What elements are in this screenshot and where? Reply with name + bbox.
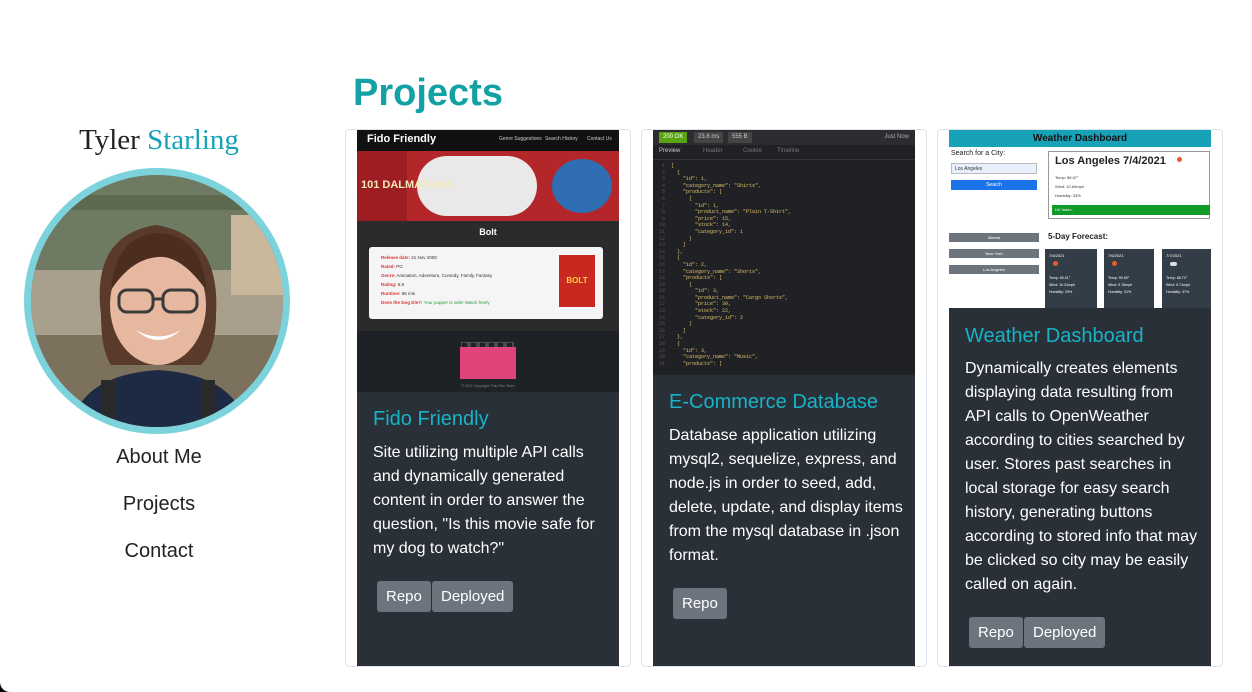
project-description: Database application utilizing mysql2, s… bbox=[669, 427, 903, 564]
deployed-button[interactable]: Deployed bbox=[1024, 617, 1106, 648]
code-line: 2 { bbox=[659, 169, 681, 176]
repo-button[interactable]: Repo bbox=[969, 617, 1023, 648]
preview-nav-item: Contact Us bbox=[587, 136, 612, 142]
preview-tab: Header bbox=[703, 148, 723, 154]
preview-forecast-card: 7/5/2021 Temp: 89.01° Wind: 10.31mph Hum… bbox=[1045, 249, 1097, 308]
preview-search-button: Search bbox=[951, 180, 1037, 190]
project-description: Dynamically creates elements displaying … bbox=[965, 360, 1198, 593]
preview-movie-details: Release date: 21 Nov 2008 Rated: PG Genr… bbox=[381, 255, 493, 305]
code-line: 12 } bbox=[659, 235, 693, 242]
card-body: 200 OK 23.6 ms 555 B Just Now Preview He… bbox=[653, 130, 915, 666]
first-name: Tyler bbox=[79, 124, 140, 156]
code-line: 22 "price": 30, bbox=[659, 301, 732, 308]
preview-time: 23.6 ms bbox=[694, 132, 724, 143]
preview-current-weather: Los Angeles 7/4/2021 Temp: 86.67° Wind: … bbox=[1048, 151, 1210, 219]
page-title: Projects bbox=[353, 72, 503, 114]
nav-link-about-me[interactable]: About Me bbox=[0, 446, 318, 469]
preview-size: 555 B bbox=[728, 132, 752, 143]
project-screenshot: 200 OK 23.6 ms 555 B Just Now Preview He… bbox=[653, 130, 915, 375]
preview-tabs: Preview Header Cookie Timeline bbox=[653, 145, 915, 160]
code-line: 13 ] bbox=[659, 242, 687, 249]
preview-navbar: Fido Friendly Genre Suggestions Search H… bbox=[357, 130, 619, 151]
code-line: 31 "products": [ bbox=[659, 360, 723, 367]
preview-tab: Cookie bbox=[743, 148, 762, 154]
last-name: Starling bbox=[147, 124, 239, 156]
project-title: Fido Friendly bbox=[373, 408, 489, 430]
code-line: 14 }, bbox=[659, 248, 684, 255]
code-line: 24 "category_id": 2 bbox=[659, 314, 744, 321]
project-card-weather-dashboard: Weather Dashboard Search for a City: Los… bbox=[937, 129, 1223, 667]
preview-social-icons bbox=[460, 336, 515, 350]
preview-dog-image bbox=[460, 347, 516, 379]
code-line: 17 "category_name": "Shorts", bbox=[659, 268, 762, 275]
code-line: 7 "id": 1, bbox=[659, 202, 720, 209]
preview-forecast-card: 7/7/2021 Temp: 88.72° Wind: 9.71mph Humi… bbox=[1162, 249, 1211, 308]
sidebar: Tyler Starling About Me Projects Contact bbox=[0, 0, 318, 692]
code-line: 27 }, bbox=[659, 334, 684, 341]
code-line: 9 "price": 15, bbox=[659, 215, 732, 222]
preview-movie-title: Bolt bbox=[479, 227, 497, 237]
project-description: Site utilizing multiple API calls and dy… bbox=[373, 444, 595, 557]
code-line: 18 "products": [ bbox=[659, 275, 723, 282]
site-name: Tyler Starling bbox=[0, 124, 318, 157]
preview-history-button: Los Angeles bbox=[949, 265, 1039, 274]
code-line: 23 "stock": 22, bbox=[659, 308, 732, 315]
preview-footer: © 2021 Copyright: Fido Film Team bbox=[461, 384, 515, 388]
code-line: 16 "id": 2, bbox=[659, 261, 708, 268]
code-line: 26 ] bbox=[659, 327, 687, 334]
project-card-fido-friendly: Fido Friendly Genre Suggestions Search H… bbox=[345, 129, 631, 667]
preview-response-bar: 200 OK 23.6 ms 555 B Just Now bbox=[653, 130, 915, 145]
code-line: 25 } bbox=[659, 321, 693, 328]
preview-forecast-card: 7/6/2021 Temp: 90.59° Wind: 9.78mph Humi… bbox=[1104, 249, 1154, 308]
project-screenshot: Weather Dashboard Search for a City: Los… bbox=[949, 130, 1211, 308]
avatar bbox=[24, 168, 290, 434]
preview-logo: Fido Friendly bbox=[367, 133, 437, 145]
code-line: 8 "product_name": "Plain T-Shirt", bbox=[659, 209, 792, 216]
code-line: 29 "id": 3, bbox=[659, 347, 708, 354]
preview-tab: Preview bbox=[659, 148, 681, 154]
code-line: 30 "category_name": "Music", bbox=[659, 354, 759, 361]
card-body: Weather Dashboard Search for a City: Los… bbox=[949, 130, 1211, 666]
preview-history-button: New York bbox=[949, 249, 1039, 258]
code-line: 20 "id": 3, bbox=[659, 288, 720, 295]
preview-hero: 101 DALMATIANS bbox=[357, 151, 619, 221]
deployed-button[interactable]: Deployed bbox=[432, 581, 514, 612]
nav-link-contact[interactable]: Contact bbox=[0, 540, 318, 563]
nav-link-projects[interactable]: Projects bbox=[0, 493, 318, 516]
code-line: 10 "stock": 14, bbox=[659, 222, 732, 229]
project-screenshot: Fido Friendly Genre Suggestions Search H… bbox=[357, 130, 619, 392]
profile-photo bbox=[31, 175, 283, 427]
preview-search-label: Search for a City: bbox=[951, 150, 1006, 157]
card-body: Fido Friendly Genre Suggestions Search H… bbox=[357, 130, 619, 666]
project-title: E-Commerce Database bbox=[669, 391, 878, 413]
code-line: 15 { bbox=[659, 255, 681, 262]
preview-movie-section: Bolt Release date: 21 Nov 2008 Rated: PG… bbox=[357, 221, 619, 331]
code-line: 28 { bbox=[659, 341, 681, 348]
preview-poster: BOLT bbox=[559, 255, 595, 307]
code-line: 1 [ bbox=[659, 163, 675, 169]
preview-search-input: Los Angeles bbox=[951, 163, 1037, 174]
code-line: 3 "id": 1, bbox=[659, 176, 708, 183]
preview-when: Just Now bbox=[884, 134, 909, 140]
repo-button[interactable]: Repo bbox=[673, 588, 727, 619]
preview-header: Weather Dashboard bbox=[949, 130, 1211, 147]
preview-forecast-label: 5-Day Forecast: bbox=[1048, 232, 1109, 241]
project-card-e-commerce-database: 200 OK 23.6 ms 555 B Just Now Preview He… bbox=[641, 129, 927, 667]
code-line: 11 "category_id": 1 bbox=[659, 228, 744, 235]
preview-tab: Timeline bbox=[777, 148, 800, 154]
preview-history-button: Atlanta bbox=[949, 233, 1039, 242]
preview-nav-item: Search History bbox=[545, 136, 578, 142]
code-line: 5 "products": [ bbox=[659, 189, 723, 196]
preview-nav-item: Genre Suggestions bbox=[499, 136, 542, 142]
code-line: 6 { bbox=[659, 195, 693, 202]
preview-status: 200 OK bbox=[659, 132, 688, 143]
preview-movie-card: Release date: 21 Nov 2008 Rated: PG Genr… bbox=[369, 247, 603, 319]
code-line: 4 "category_name": "Shirts", bbox=[659, 182, 762, 189]
code-line: 21 "product_name": "Cargo Shorts", bbox=[659, 294, 789, 301]
code-line: 19 { bbox=[659, 281, 693, 288]
preview-json-code: 1 [ 2 { 3 "id": 1, 4 "category_name": "S… bbox=[659, 163, 909, 367]
repo-button[interactable]: Repo bbox=[377, 581, 431, 612]
project-title: Weather Dashboard bbox=[965, 325, 1144, 347]
preview-hero-text: 101 DALMATIANS bbox=[361, 179, 455, 191]
